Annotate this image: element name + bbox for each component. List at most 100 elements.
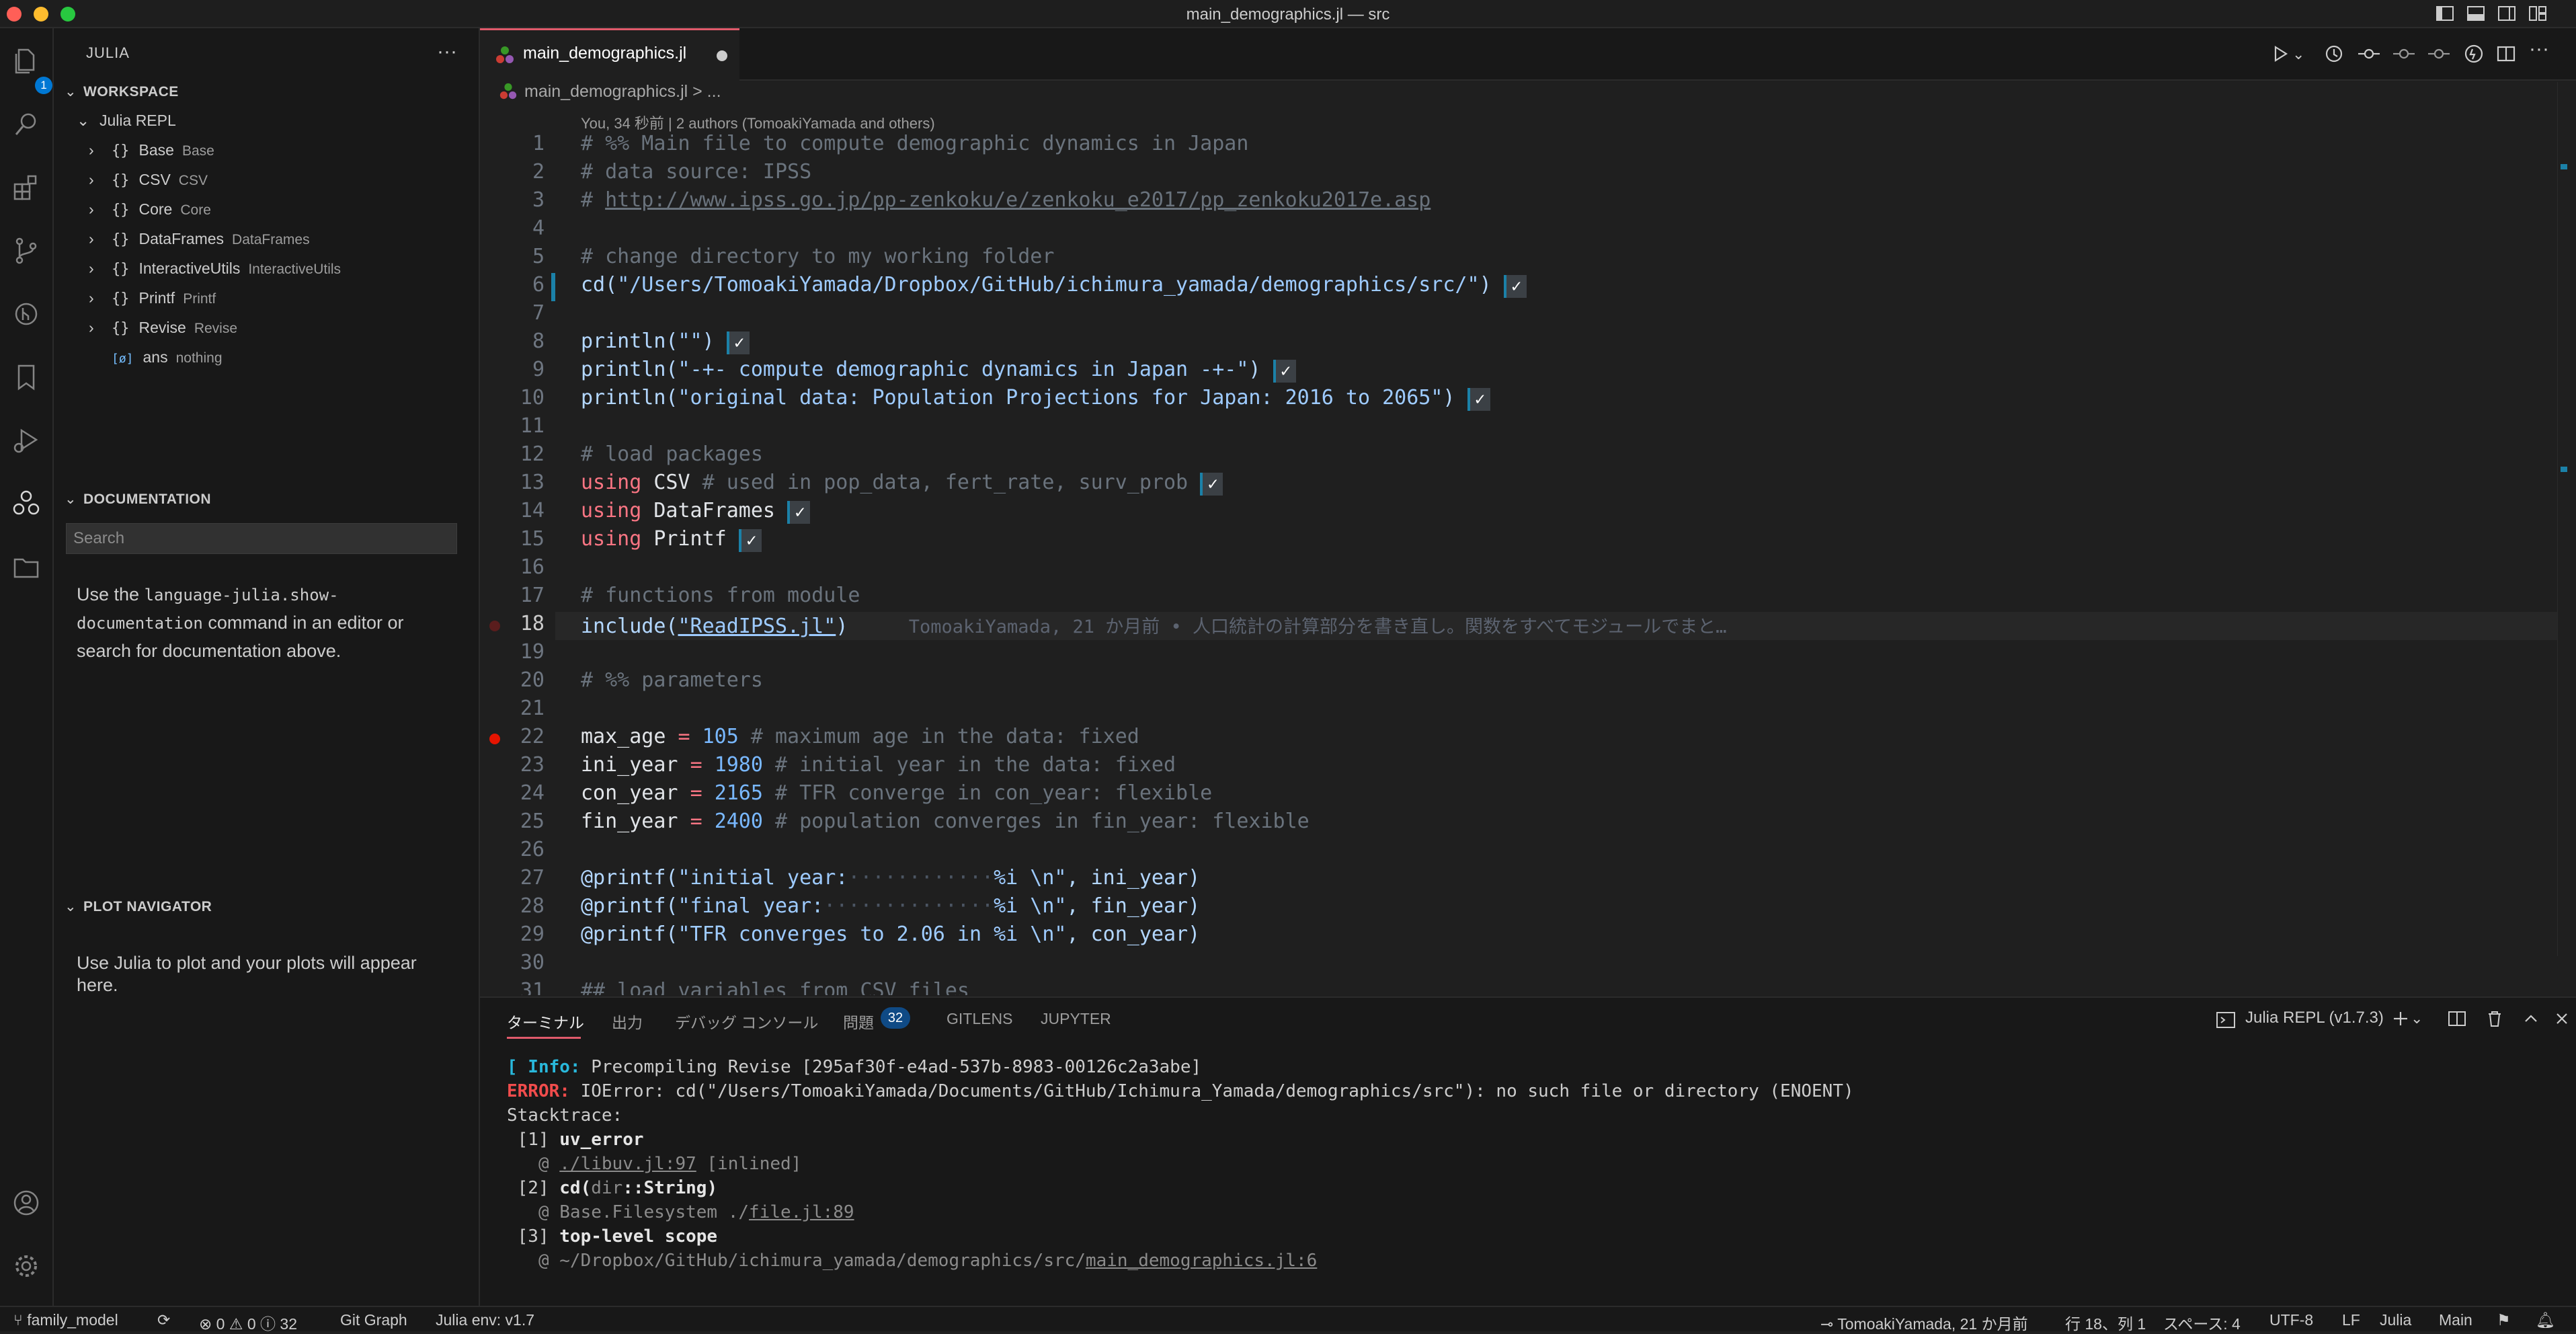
split-terminal-icon[interactable] xyxy=(2446,1007,2468,1030)
documentation-section-header[interactable]: ⌄ DOCUMENTATION xyxy=(65,491,211,508)
inline-result-check-icon[interactable]: ✓ xyxy=(738,529,762,552)
julia-execute-icon[interactable] xyxy=(2462,42,2486,69)
tab-output[interactable]: 出力 xyxy=(612,1010,643,1033)
inline-git-blame[interactable]: TomoakiYamada, 21 か月前 • 人口統計の計算部分を書き直し。関… xyxy=(909,617,1727,637)
terminal-line: [ Info: Precompiling Revise [295af30f-e4… xyxy=(507,1057,1202,1077)
git-blame-status[interactable]: ⊸ TomoakiYamada, 21 か月前 xyxy=(1820,1311,2028,1334)
sync-icon[interactable]: ⟳ xyxy=(157,1311,170,1329)
tab-debug-console[interactable]: デバッグ コンソール xyxy=(675,1010,818,1033)
kill-terminal-trash-icon[interactable] xyxy=(2483,1007,2506,1030)
git-blame-codelens[interactable]: You, 34 秒前 | 2 authors (TomoakiYamada an… xyxy=(581,112,935,133)
split-editor-icon[interactable] xyxy=(2494,42,2518,69)
source-control-icon[interactable] xyxy=(9,234,43,268)
status-bar: ⑂ family_model ⟳ ⊗ 0 ⚠ 0 ⓘ 32 Git Graph … xyxy=(0,1306,2576,1334)
plot-navigator-help-text: Use Julia to plot and your plots will ap… xyxy=(77,953,417,995)
toggle-panel-icon[interactable] xyxy=(2466,4,2486,23)
git-branch-status[interactable]: ⑂ family_model xyxy=(13,1311,118,1329)
inline-result-check-icon[interactable]: ✓ xyxy=(1200,473,1223,496)
toggle-primary-sidebar-icon[interactable] xyxy=(2435,4,2455,23)
folder-icon[interactable] xyxy=(9,550,43,584)
chevron-right-icon: › xyxy=(89,200,94,218)
variable-icon: [ø] xyxy=(112,352,134,366)
julia-env-status[interactable]: Julia env: v1.7 xyxy=(436,1311,534,1329)
tab-main-demographics[interactable]: main_demographics.jl xyxy=(480,28,739,81)
breadcrumb-symbol[interactable]: > ... xyxy=(692,82,721,101)
terminal-line: ERROR: IOError: cd("/Users/TomoakiYamada… xyxy=(507,1081,1854,1101)
language-mode-status[interactable]: Julia xyxy=(2380,1311,2411,1329)
eol-status[interactable]: LF xyxy=(2342,1311,2360,1329)
inline-result-check-icon[interactable]: ✓ xyxy=(787,501,811,524)
tree-item-dataframes[interactable]: ›{} DataFrames DataFrames xyxy=(89,230,310,248)
activity-bar: 1 xyxy=(0,28,54,1306)
code-line: 14 using DataFrames ✓ xyxy=(480,499,2564,527)
terminal-line: @ ~/Dropbox/GitHub/ichimura_yamada/demog… xyxy=(507,1251,1318,1271)
tree-item-ans[interactable]: [ø] ans nothing xyxy=(112,348,223,366)
git-graph-icon[interactable] xyxy=(9,297,43,331)
code-line: 22 max_age = 105 # maximum age in the dat… xyxy=(480,725,2564,753)
open-changes-icon[interactable] xyxy=(2357,42,2381,69)
toggle-secondary-sidebar-icon[interactable] xyxy=(2497,4,2517,23)
tree-item-base[interactable]: ›{} Base Base xyxy=(89,141,214,159)
tree-item-revise[interactable]: ›{} Revise Revise xyxy=(89,319,237,337)
inline-result-check-icon[interactable]: ✓ xyxy=(726,331,750,354)
unsaved-changes-dot[interactable] xyxy=(717,50,727,61)
code-line: 9 println("-+- compute demographic dynami… xyxy=(480,358,2564,386)
julia-file-icon xyxy=(496,46,514,63)
tree-item-core[interactable]: ›{} Core Core xyxy=(89,200,211,219)
git-graph-status[interactable]: Git Graph xyxy=(340,1311,407,1329)
tab-jupyter[interactable]: JUPYTER xyxy=(1041,1010,1111,1028)
editor-more-actions-icon[interactable]: ··· xyxy=(2529,38,2549,65)
next-revision-icon[interactable] xyxy=(2427,42,2451,69)
extensions-icon[interactable] xyxy=(9,171,43,204)
workspace-section-header[interactable]: ⌄ WORKSPACE xyxy=(65,83,179,100)
notifications-bell-icon[interactable]: 🔔︎ xyxy=(2536,1311,2555,1329)
code-line: 17 # functions from module xyxy=(520,584,860,607)
indentation-status[interactable]: スペース: 4 xyxy=(2163,1311,2241,1334)
explorer-badge: 1 xyxy=(35,77,52,94)
tab-terminal[interactable]: ターミナル xyxy=(507,1010,584,1033)
run-debug-icon[interactable] xyxy=(9,424,43,457)
terminal-dropdown-chevron-icon[interactable]: ⌄ xyxy=(2411,1010,2433,1033)
account-icon[interactable] xyxy=(9,1186,43,1220)
maximize-panel-chevron-up-icon[interactable] xyxy=(2520,1007,2542,1030)
chevron-down-icon: ⌄ xyxy=(65,899,77,914)
inline-result-check-icon[interactable]: ✓ xyxy=(1503,275,1527,298)
tree-item-interactiveutils[interactable]: ›{} InteractiveUtils InteractiveUtils xyxy=(89,260,341,278)
git-modified-gutter[interactable] xyxy=(551,273,555,301)
tree-item-printf[interactable]: ›{} Printf Printf xyxy=(89,289,216,307)
close-panel-icon[interactable] xyxy=(2550,1007,2573,1030)
feedback-icon[interactable]: ⚑ xyxy=(2497,1311,2511,1329)
new-terminal-plus-icon[interactable] xyxy=(2389,1007,2412,1030)
run-file-icon[interactable] xyxy=(2268,42,2292,69)
editor-scrollbar[interactable] xyxy=(2557,82,2573,956)
customize-layout-icon[interactable] xyxy=(2528,4,2548,23)
tab-gitlens[interactable]: GITLENS xyxy=(947,1010,1012,1028)
url-link[interactable]: http://www.ipss.go.jp/pp-zenkoku/e/zenko… xyxy=(605,188,1431,212)
breadcrumb-file[interactable]: main_demographics.jl xyxy=(524,82,688,101)
inline-result-check-icon[interactable]: ✓ xyxy=(1273,360,1296,383)
settings-gear-icon[interactable] xyxy=(9,1249,43,1283)
julia-icon[interactable] xyxy=(9,487,43,520)
run-dropdown-chevron-icon[interactable]: ⌄ xyxy=(2292,46,2304,73)
more-actions-icon[interactable]: ··· xyxy=(437,40,457,63)
window-title: main_demographics.jl — src xyxy=(1186,5,1390,24)
timeline-history-icon[interactable] xyxy=(2322,42,2346,69)
tree-item-julia-repl[interactable]: ⌄ Julia REPL xyxy=(77,112,176,130)
tab-problems[interactable]: 問題 xyxy=(843,1010,874,1033)
cursor-position-status[interactable]: 行 18、列 1 xyxy=(2065,1311,2146,1334)
terminal-selector[interactable]: Julia REPL (v1.7.3) xyxy=(2245,1009,2384,1027)
tree-item-csv[interactable]: ›{} CSV CSV xyxy=(89,171,208,189)
code-line: 25 fin_year = 2400 # population converges… xyxy=(520,810,1310,833)
bookmark-icon[interactable] xyxy=(9,360,43,394)
problems-status[interactable]: ⊗ 0 ⚠ 0 ⓘ 32 xyxy=(199,1311,297,1334)
previous-revision-icon[interactable] xyxy=(2392,42,2416,69)
code-line: 28 @printf("final year:··············%i \… xyxy=(520,894,1201,918)
encoding-status[interactable]: UTF-8 xyxy=(2269,1311,2313,1329)
documentation-search-input[interactable] xyxy=(66,523,457,554)
search-icon[interactable] xyxy=(9,108,43,141)
plot-navigator-section-header[interactable]: ⌄ PLOT NAVIGATOR xyxy=(65,898,212,915)
julia-module-status[interactable]: Main xyxy=(2439,1311,2472,1329)
explorer-icon[interactable]: 1 xyxy=(9,44,52,94)
inline-result-check-icon[interactable]: ✓ xyxy=(1467,388,1490,411)
module-icon: {} xyxy=(112,231,130,248)
